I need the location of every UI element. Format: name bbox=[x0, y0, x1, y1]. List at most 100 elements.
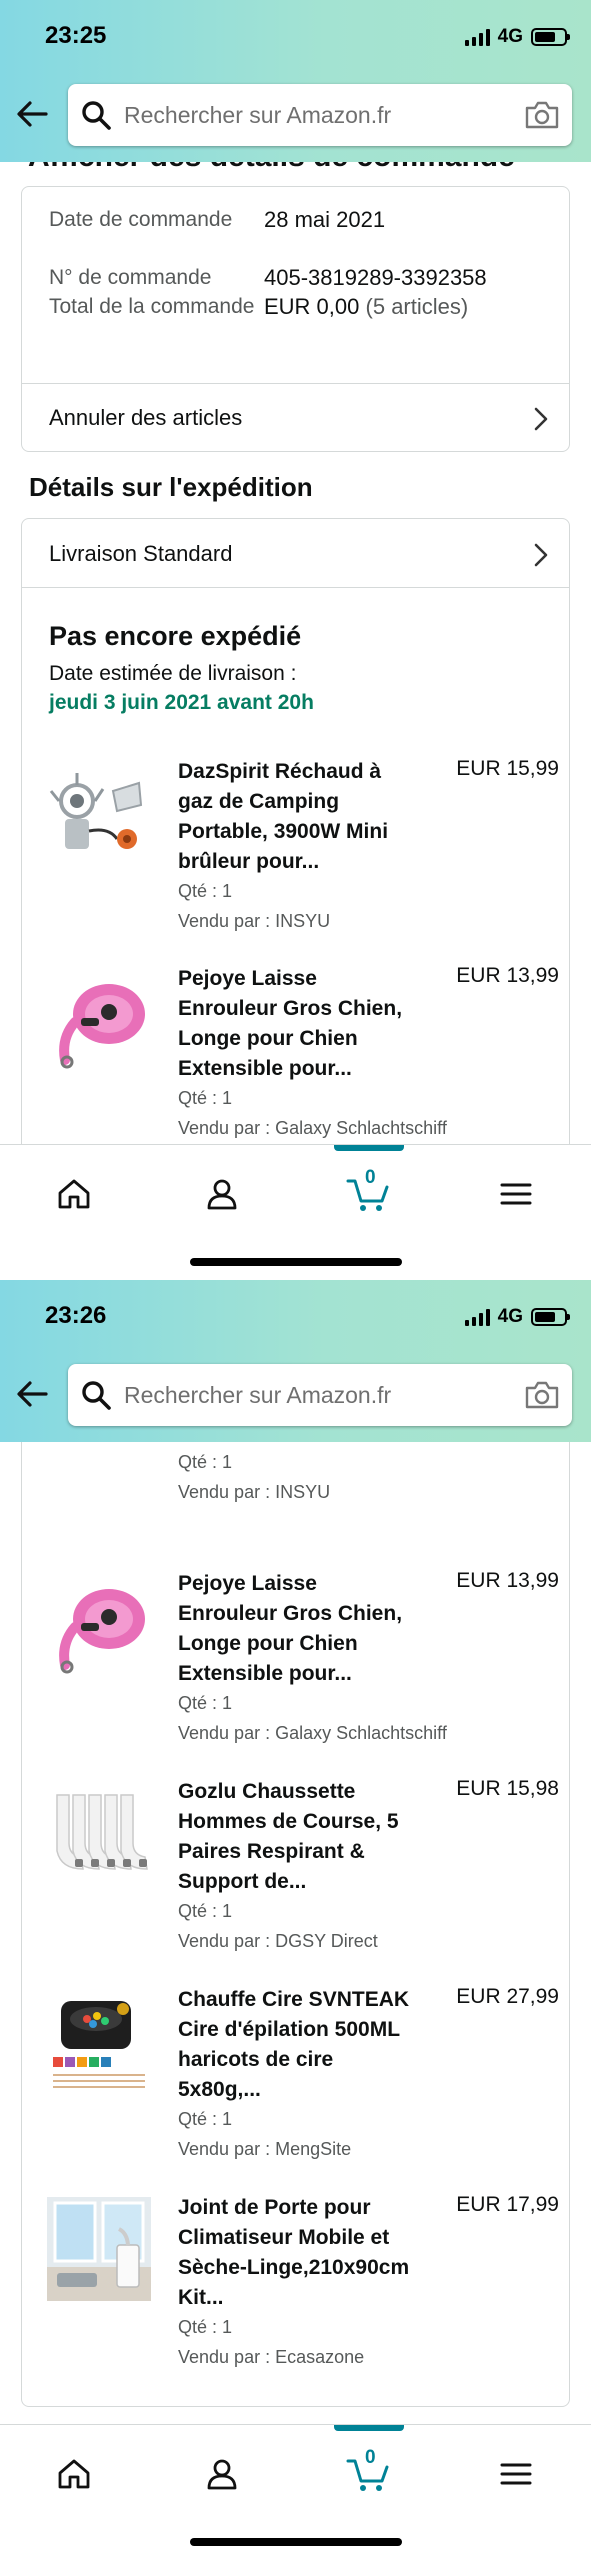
camera-icon[interactable] bbox=[524, 99, 560, 131]
back-arrow-icon[interactable] bbox=[14, 96, 50, 132]
signal-icon bbox=[464, 28, 490, 46]
cart-count-badge: 0 bbox=[365, 1167, 376, 1188]
order-item[interactable]: Joint de Porte pour Climatiseur Mobile e… bbox=[22, 2193, 571, 2383]
cancel-items-label: Annuler des articles bbox=[49, 405, 243, 430]
active-tab-indicator bbox=[334, 1145, 404, 1151]
status-time: 23:25 bbox=[45, 22, 107, 49]
shipment-status: Pas encore expédié bbox=[49, 621, 302, 651]
item-title[interactable]: Chauffe Cire SVNTEAK Cire d'épilation 50… bbox=[178, 1985, 418, 2105]
item-quantity: Qté : 1 bbox=[178, 2317, 233, 2337]
status-bar: 23:26 4G bbox=[0, 1280, 591, 1350]
order-details-content: Afficher des détails de commande Date de… bbox=[0, 162, 591, 1144]
search-icon bbox=[82, 101, 111, 130]
order-date-value: 28 mai 2021 bbox=[264, 207, 386, 232]
item-title[interactable]: Pejoye Laisse Enrouleur Gros Chien, Long… bbox=[178, 1569, 418, 1689]
item-title[interactable]: DazSpirit Réchaud à gaz de Camping Porta… bbox=[178, 757, 418, 877]
order-article-count: (5 articles) bbox=[365, 294, 469, 319]
app-header: 23:25 4G bbox=[0, 0, 591, 162]
account-icon bbox=[207, 1179, 237, 1210]
item-quantity: Qté : 1 bbox=[178, 1452, 233, 1472]
order-total-value: EUR 0,00 bbox=[264, 294, 360, 319]
item-quantity: Qté : 1 bbox=[178, 881, 233, 901]
page-title: Afficher des détails de commande bbox=[28, 162, 515, 174]
search-input[interactable] bbox=[124, 98, 504, 132]
hamburger-menu-icon bbox=[500, 2463, 532, 2485]
order-summary-card: Date de commande 28 mai 2021 N° de comma… bbox=[21, 186, 570, 452]
camping-stove-thumbnail[interactable] bbox=[47, 761, 151, 865]
item-title[interactable]: Pejoye Laisse Enrouleur Gros Chien, Long… bbox=[178, 964, 418, 1084]
wax-heater-kit-thumbnail[interactable] bbox=[47, 1989, 151, 2093]
nav-home[interactable] bbox=[44, 2449, 104, 2499]
screen-order-details-top: Afficher des détails de commande Date de… bbox=[0, 0, 591, 1280]
white-socks-thumbnail[interactable] bbox=[47, 1781, 151, 1885]
order-item[interactable]: Pejoye Laisse Enrouleur Gros Chien, Long… bbox=[22, 1569, 571, 1759]
item-price: EUR 13,99 bbox=[456, 1569, 559, 1592]
app-header: 23:26 4G bbox=[0, 1280, 591, 1442]
order-total-label: Total de la commande bbox=[49, 295, 255, 318]
back-arrow-icon[interactable] bbox=[14, 1376, 50, 1412]
status-icons: 4G bbox=[464, 1306, 570, 1328]
order-summary-list: Date de commande 28 mai 2021 N° de comma… bbox=[49, 205, 559, 350]
shipment-card: Livraison Standard Pas encore expédié Da… bbox=[21, 518, 570, 1144]
home-icon bbox=[58, 2459, 90, 2489]
order-date-row: Date de commande 28 mai 2021 bbox=[49, 205, 559, 263]
delivery-method-label: Livraison Standard bbox=[49, 541, 233, 566]
order-item[interactable]: DazSpirit Réchaud à gaz de Camping Porta… bbox=[22, 757, 571, 947]
camera-icon[interactable] bbox=[524, 1379, 560, 1411]
order-item[interactable]: Pejoye Laisse Enrouleur Gros Chien, Long… bbox=[22, 964, 571, 1144]
item-quantity: Qté : 1 bbox=[178, 1693, 233, 1713]
order-number-row: N° de commande 405-3819289-3392358 bbox=[49, 263, 559, 292]
item-price: EUR 15,99 bbox=[456, 757, 559, 780]
network-type: 4G bbox=[497, 1306, 523, 1327]
shipping-details-heading: Détails sur l'expédition bbox=[29, 472, 313, 502]
pink-dog-leash-thumbnail[interactable] bbox=[47, 1573, 151, 1677]
estimated-delivery-label: Date estimée de livraison : bbox=[49, 662, 297, 685]
nav-account[interactable] bbox=[192, 2449, 252, 2499]
nav-menu[interactable] bbox=[486, 2449, 546, 2499]
item-price: EUR 17,99 bbox=[456, 2193, 559, 2216]
item-seller: Vendu par : Ecasazone bbox=[178, 2347, 365, 2367]
bottom-navigation: 0 bbox=[0, 2424, 591, 2560]
signal-icon bbox=[464, 1308, 490, 1326]
item-seller: Vendu par : INSYU bbox=[178, 1482, 331, 1502]
nav-account[interactable] bbox=[192, 1169, 252, 1219]
item-seller: Vendu par : DGSY Direct bbox=[178, 1931, 378, 1951]
shipment-items-card: Qté : 1 Vendu par : INSYU Pejoye Laisse … bbox=[21, 1442, 570, 2407]
item-quantity: Qté : 1 bbox=[178, 1901, 233, 1921]
chevron-right-icon bbox=[534, 543, 548, 567]
item-title[interactable]: Gozlu Chaussette Hommes de Course, 5 Pai… bbox=[178, 1777, 418, 1897]
search-bar[interactable] bbox=[68, 1364, 572, 1426]
search-bar[interactable] bbox=[68, 84, 572, 146]
status-bar: 23:25 4G bbox=[0, 0, 591, 70]
order-date-label: Date de commande bbox=[49, 208, 233, 231]
order-items-content: Qté : 1 Vendu par : INSYU Pejoye Laisse … bbox=[0, 1442, 591, 2424]
home-indicator bbox=[190, 2538, 402, 2546]
nav-menu[interactable] bbox=[486, 1169, 546, 1219]
air-conditioner-room-thumbnail[interactable] bbox=[47, 2197, 151, 2301]
item-quantity: Qté : 1 bbox=[178, 1088, 233, 1108]
active-tab-indicator bbox=[334, 2425, 404, 2431]
cart-count-badge: 0 bbox=[365, 2447, 376, 2468]
order-number-label: N° de commande bbox=[49, 266, 212, 289]
nav-home[interactable] bbox=[44, 1169, 104, 1219]
item-seller: Vendu par : INSYU bbox=[178, 911, 331, 931]
bottom-navigation: 0 bbox=[0, 1144, 591, 1280]
order-total-value-line: EUR 0,00 (5 articles) bbox=[264, 292, 559, 350]
status-icons: 4G bbox=[464, 26, 570, 48]
delivery-method-link[interactable]: Livraison Standard bbox=[22, 519, 569, 589]
battery-icon bbox=[531, 28, 570, 46]
status-time: 23:26 bbox=[45, 1302, 107, 1329]
item-seller: Vendu par : Galaxy Schlachtschiff bbox=[178, 1118, 447, 1138]
pink-dog-leash-thumbnail[interactable] bbox=[47, 968, 151, 1072]
order-item[interactable]: Chauffe Cire SVNTEAK Cire d'épilation 50… bbox=[22, 1985, 571, 2175]
order-total-row: Total de la commande EUR 0,00 (5 article… bbox=[49, 292, 559, 350]
order-number-value: 405-3819289-3392358 bbox=[264, 265, 487, 290]
search-icon bbox=[82, 1381, 111, 1410]
account-icon bbox=[207, 2459, 237, 2490]
item-title[interactable]: Joint de Porte pour Climatiseur Mobile e… bbox=[178, 2193, 418, 2313]
battery-icon bbox=[531, 1308, 570, 1326]
search-input[interactable] bbox=[124, 1378, 504, 1412]
item-price: EUR 15,98 bbox=[456, 1777, 559, 1800]
cancel-items-link[interactable]: Annuler des articles bbox=[22, 383, 569, 453]
order-item[interactable]: Gozlu Chaussette Hommes de Course, 5 Pai… bbox=[22, 1777, 571, 1967]
